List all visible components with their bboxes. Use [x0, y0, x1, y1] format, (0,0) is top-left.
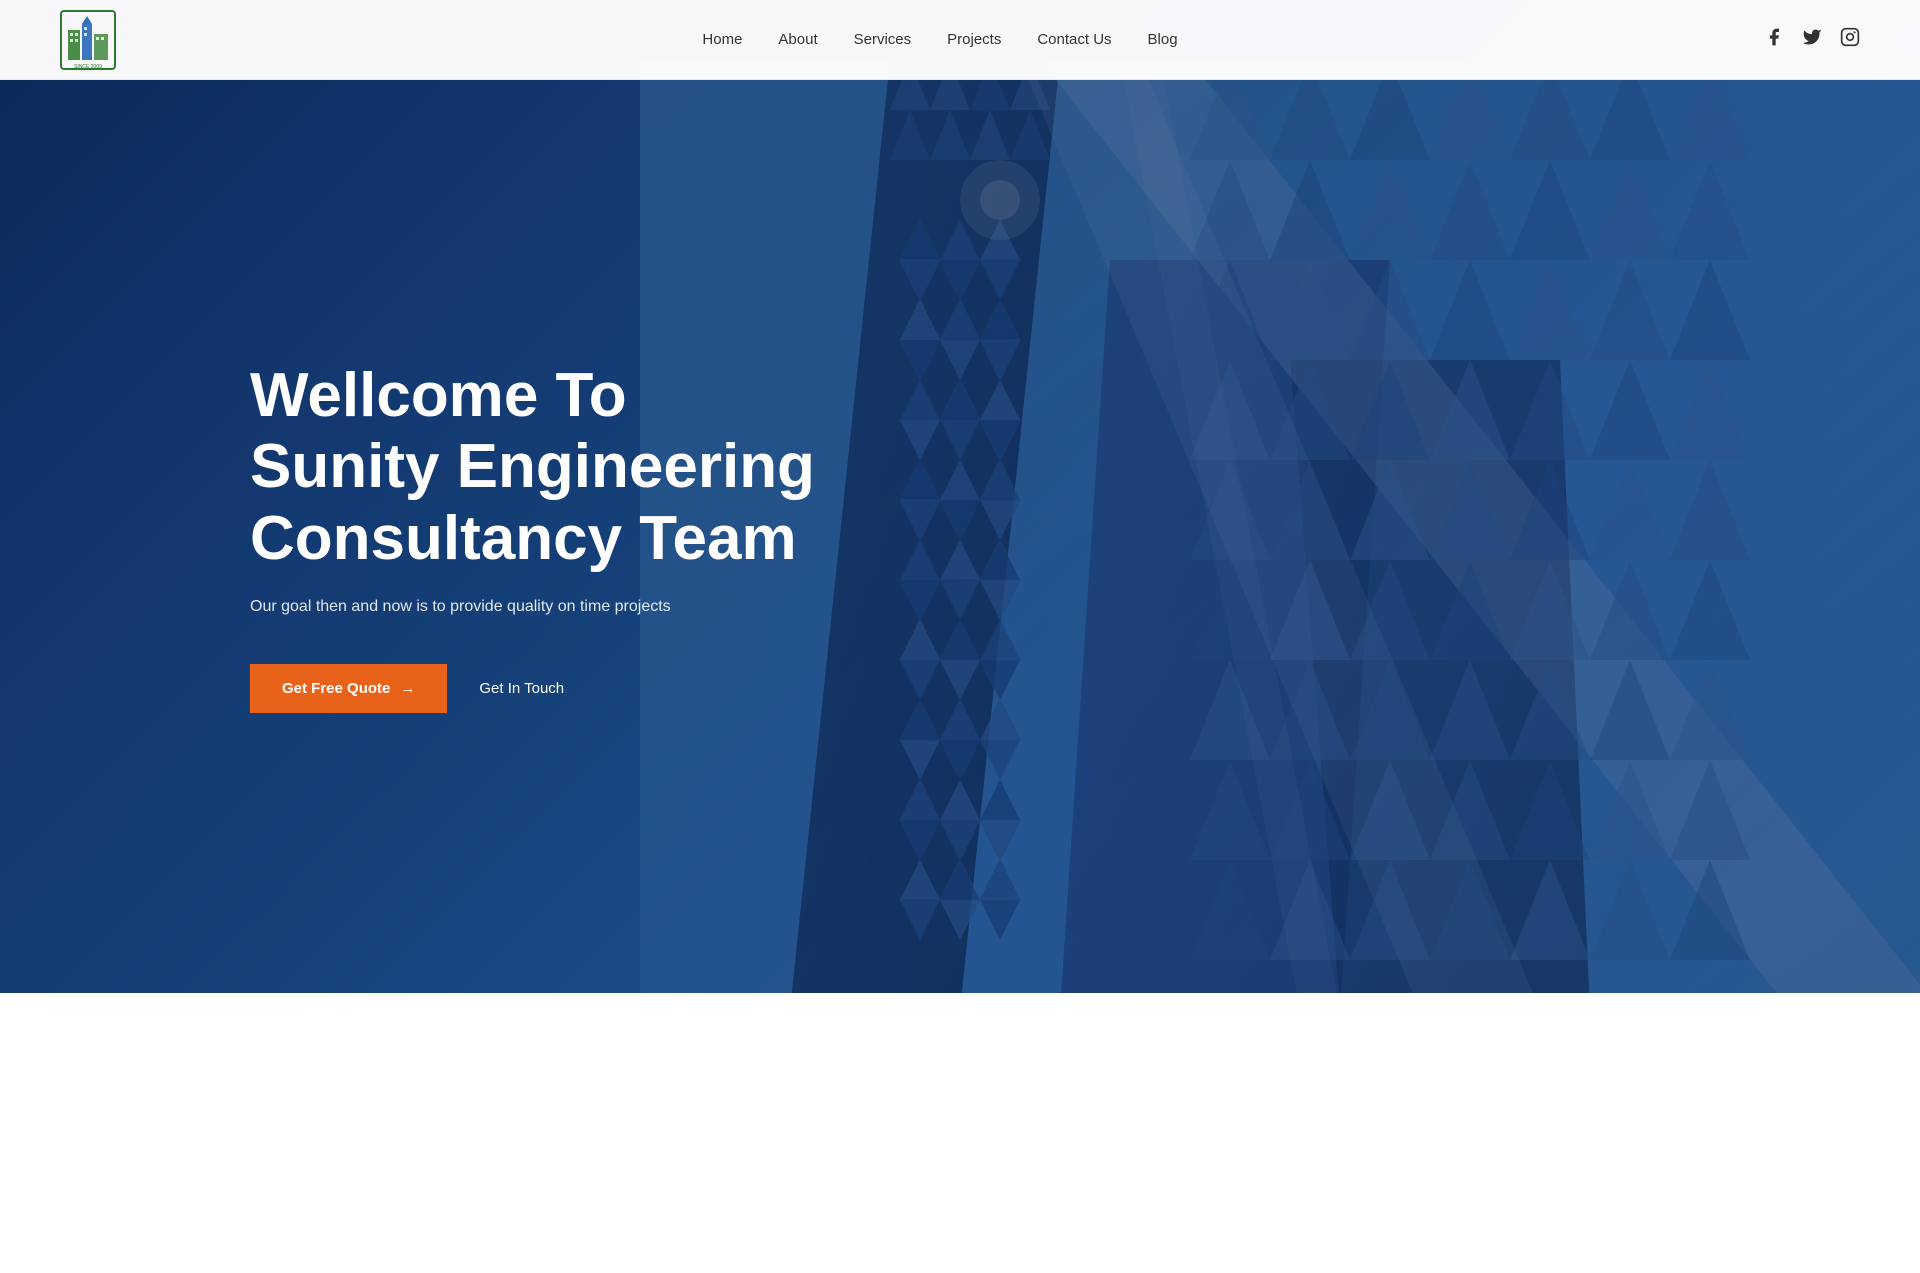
hero-title: Wellcome To Sunity Engineering Consultan… [250, 360, 815, 574]
twitter-link[interactable] [1802, 27, 1822, 52]
instagram-link[interactable] [1840, 27, 1860, 52]
twitter-icon [1802, 27, 1822, 47]
nav-item-contact[interactable]: Contact Us [1037, 31, 1111, 49]
nav-item-services[interactable]: Services [854, 31, 912, 49]
quote-button-label: Get Free Quote [282, 680, 390, 697]
nav-item-home[interactable]: Home [702, 31, 742, 49]
social-links [1764, 27, 1860, 52]
nav-item-blog[interactable]: Blog [1148, 31, 1178, 49]
logo[interactable]: SINCE 2009 [60, 10, 116, 70]
hero-title-line3: Consultancy Team [250, 504, 797, 573]
nav-links: Home About Services Projects Contact Us … [702, 31, 1177, 49]
facebook-icon [1764, 27, 1784, 47]
svg-text:SINCE 2009: SINCE 2009 [74, 64, 102, 70]
get-in-touch-link[interactable]: Get In Touch [479, 680, 564, 697]
navbar: SINCE 2009 Home About Services Projects … [0, 0, 1920, 80]
get-free-quote-button[interactable]: Get Free Quote → [250, 664, 447, 713]
hero-title-line1: Wellcome To [250, 361, 627, 430]
hero-title-line2: Sunity Engineering [250, 432, 815, 501]
nav-item-projects[interactable]: Projects [947, 31, 1001, 49]
hero-subtitle: Our goal then and now is to provide qual… [250, 598, 815, 616]
hero-buttons: Get Free Quote → Get In Touch [250, 664, 815, 713]
nav-item-about[interactable]: About [778, 31, 817, 49]
facebook-link[interactable] [1764, 27, 1784, 52]
instagram-icon [1840, 27, 1860, 47]
quote-button-arrow: → [400, 680, 415, 697]
below-hero-section [0, 993, 1920, 1273]
logo-icon: SINCE 2009 [60, 10, 116, 70]
hero-content: Wellcome To Sunity Engineering Consultan… [0, 280, 815, 713]
hero-section: Wellcome To Sunity Engineering Consultan… [0, 0, 1920, 993]
